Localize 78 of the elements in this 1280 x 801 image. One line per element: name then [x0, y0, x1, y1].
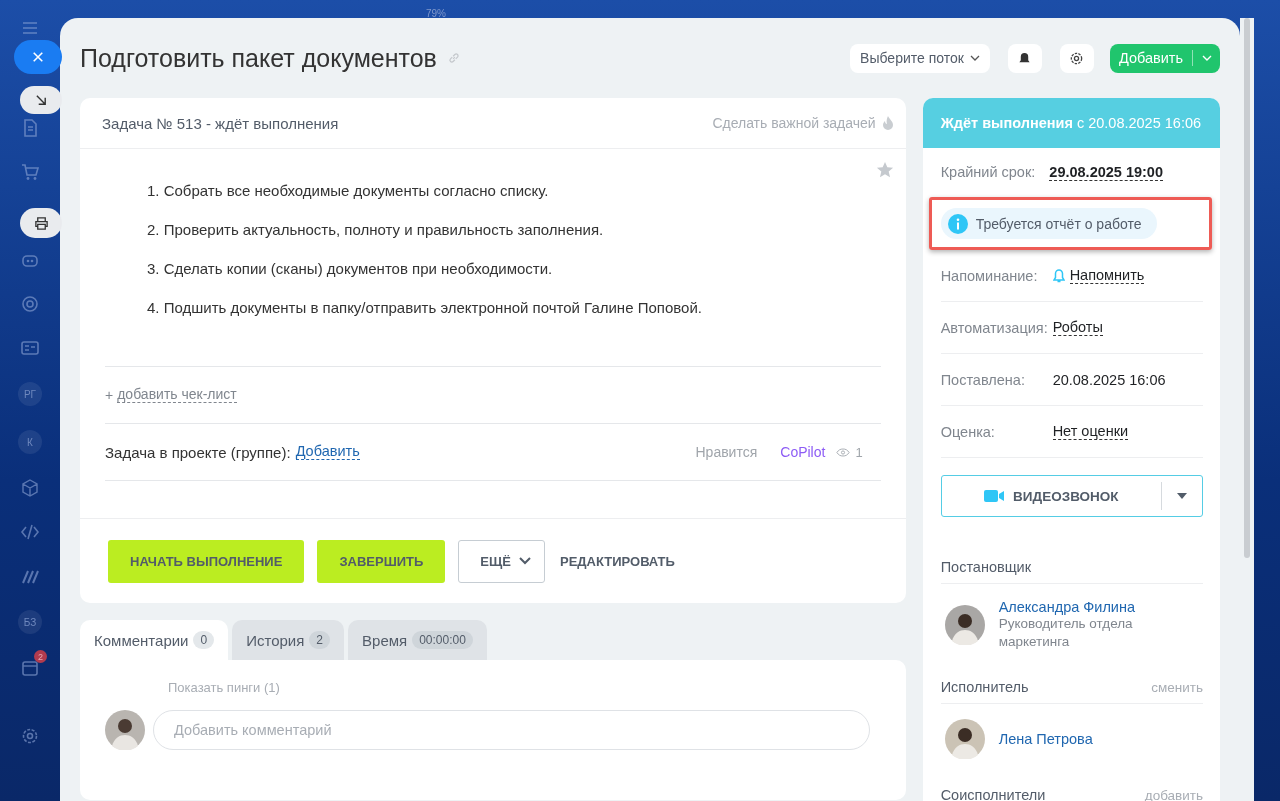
- settings-button[interactable]: [1059, 43, 1094, 73]
- person-position: Руководитель отдела маркетинга: [998, 615, 1134, 651]
- avatar: [944, 719, 985, 759]
- field-link[interactable]: Напомнить: [1069, 267, 1145, 284]
- status-banner: Ждёт выполнения с 20.08.2025 16:06: [922, 98, 1220, 148]
- info-icon: [947, 213, 968, 234]
- card-icon[interactable]: [20, 338, 40, 358]
- person-name[interactable]: Александра Филина: [998, 599, 1179, 615]
- task-title: Подготовить пакет документов: [80, 43, 437, 73]
- counter-badge: 2: [34, 650, 47, 663]
- role-title: Соисполнители: [940, 787, 1046, 801]
- group-initials[interactable]: К: [18, 430, 42, 454]
- arrow-icon: [34, 93, 48, 107]
- caret-icon[interactable]: [1177, 493, 1187, 499]
- role-title: Постановщик: [940, 559, 1032, 575]
- plus-sign: +: [105, 387, 114, 403]
- avatar: [944, 605, 985, 645]
- comment-field[interactable]: Добавить комментарий: [153, 710, 870, 750]
- field-link[interactable]: Нет оценки: [1052, 423, 1129, 440]
- chevron-icon: [519, 557, 531, 565]
- field-value: 20.08.2025 16:06: [1052, 371, 1166, 388]
- view-count: 1: [855, 444, 863, 460]
- project-label: Задача в проекте (группе):: [105, 443, 291, 461]
- bell-button[interactable]: [1007, 43, 1042, 73]
- bell-icon: [1052, 268, 1065, 283]
- edit-button[interactable]: РЕДАКТИРОВАТЬ: [558, 539, 677, 583]
- deadline-value[interactable]: 29.08.2025 19:00: [1049, 163, 1163, 181]
- field-label: Напоминание:: [940, 267, 1039, 284]
- video-call-button[interactable]: ВИДЕОЗВОНОК: [940, 475, 1203, 517]
- field-label: Оценка:: [940, 423, 996, 440]
- collapse-button[interactable]: [20, 86, 62, 114]
- add-project-link[interactable]: Добавить: [295, 444, 360, 460]
- person-name[interactable]: Лена Петрова: [998, 731, 1093, 747]
- flow-select[interactable]: Выберите поток: [850, 43, 990, 73]
- calendar-icon[interactable]: [20, 658, 40, 678]
- star-icon[interactable]: [875, 161, 894, 179]
- list-item: 2. Проверить актуальность, полноту и правильность заполнения.: [147, 220, 605, 239]
- start-button[interactable]: НАЧАТЬ ВЫПОЛНЕНИЕ: [108, 539, 305, 583]
- camera-icon: [984, 490, 1005, 502]
- group-initials[interactable]: РГ: [18, 382, 42, 406]
- finish-button[interactable]: ЗАВЕРШИТЬ: [317, 539, 446, 583]
- task-heading: Задача № 513 - ждёт выполнения: [102, 114, 340, 132]
- close-icon: [32, 51, 44, 63]
- tab-counter: 2: [309, 631, 331, 649]
- tab[interactable]: Время 00:00:00: [348, 620, 487, 660]
- deadline-label: Крайний срок:: [940, 164, 1036, 180]
- bell-icon: [1018, 51, 1032, 65]
- field-label: Поставлена:: [940, 371, 1026, 388]
- code-icon[interactable]: [20, 522, 40, 542]
- list-item: 1. Собрать все необходимые документы согласно списку.: [147, 181, 550, 200]
- close-button[interactable]: [14, 40, 62, 74]
- notice-text: Требуется отчёт о работе: [975, 215, 1142, 232]
- copilot-link[interactable]: CoPilot: [780, 444, 826, 460]
- list-item: 3. Сделать копии (сканы) документов при необходимости.: [147, 259, 554, 278]
- add-checklist-link[interactable]: добавить чек-лист: [117, 387, 237, 403]
- chevron-icon[interactable]: [1202, 55, 1212, 61]
- group-initials[interactable]: БЗ: [18, 610, 42, 634]
- target-icon[interactable]: [20, 294, 40, 314]
- tab[interactable]: История 2: [232, 620, 345, 660]
- field-link[interactable]: Роботы: [1052, 319, 1103, 336]
- tab[interactable]: Комментарии 0: [80, 620, 229, 660]
- eye-icon: [836, 447, 851, 457]
- list-item: 4. Подшить документы в папку/отправить электронной почтой Галине Поповой.: [147, 298, 703, 317]
- chevron-icon: [969, 55, 980, 61]
- role-title: Исполнитель: [940, 679, 1029, 695]
- tab-counter: 00:00:00: [412, 631, 473, 649]
- avatar: [105, 710, 145, 750]
- settings-icon: [1069, 50, 1085, 66]
- tab-counter: 0: [193, 631, 215, 649]
- more-button[interactable]: ЕЩЁ: [458, 539, 545, 583]
- printer-icon: [33, 215, 49, 231]
- field-label: Автоматизация:: [940, 319, 1049, 336]
- settings-icon[interactable]: [20, 726, 40, 746]
- print-button[interactable]: [20, 208, 62, 238]
- flame-icon[interactable]: [881, 115, 894, 131]
- zoom-label: 79%: [426, 8, 446, 19]
- cart-icon[interactable]: [20, 162, 40, 182]
- cube-icon[interactable]: [20, 478, 40, 498]
